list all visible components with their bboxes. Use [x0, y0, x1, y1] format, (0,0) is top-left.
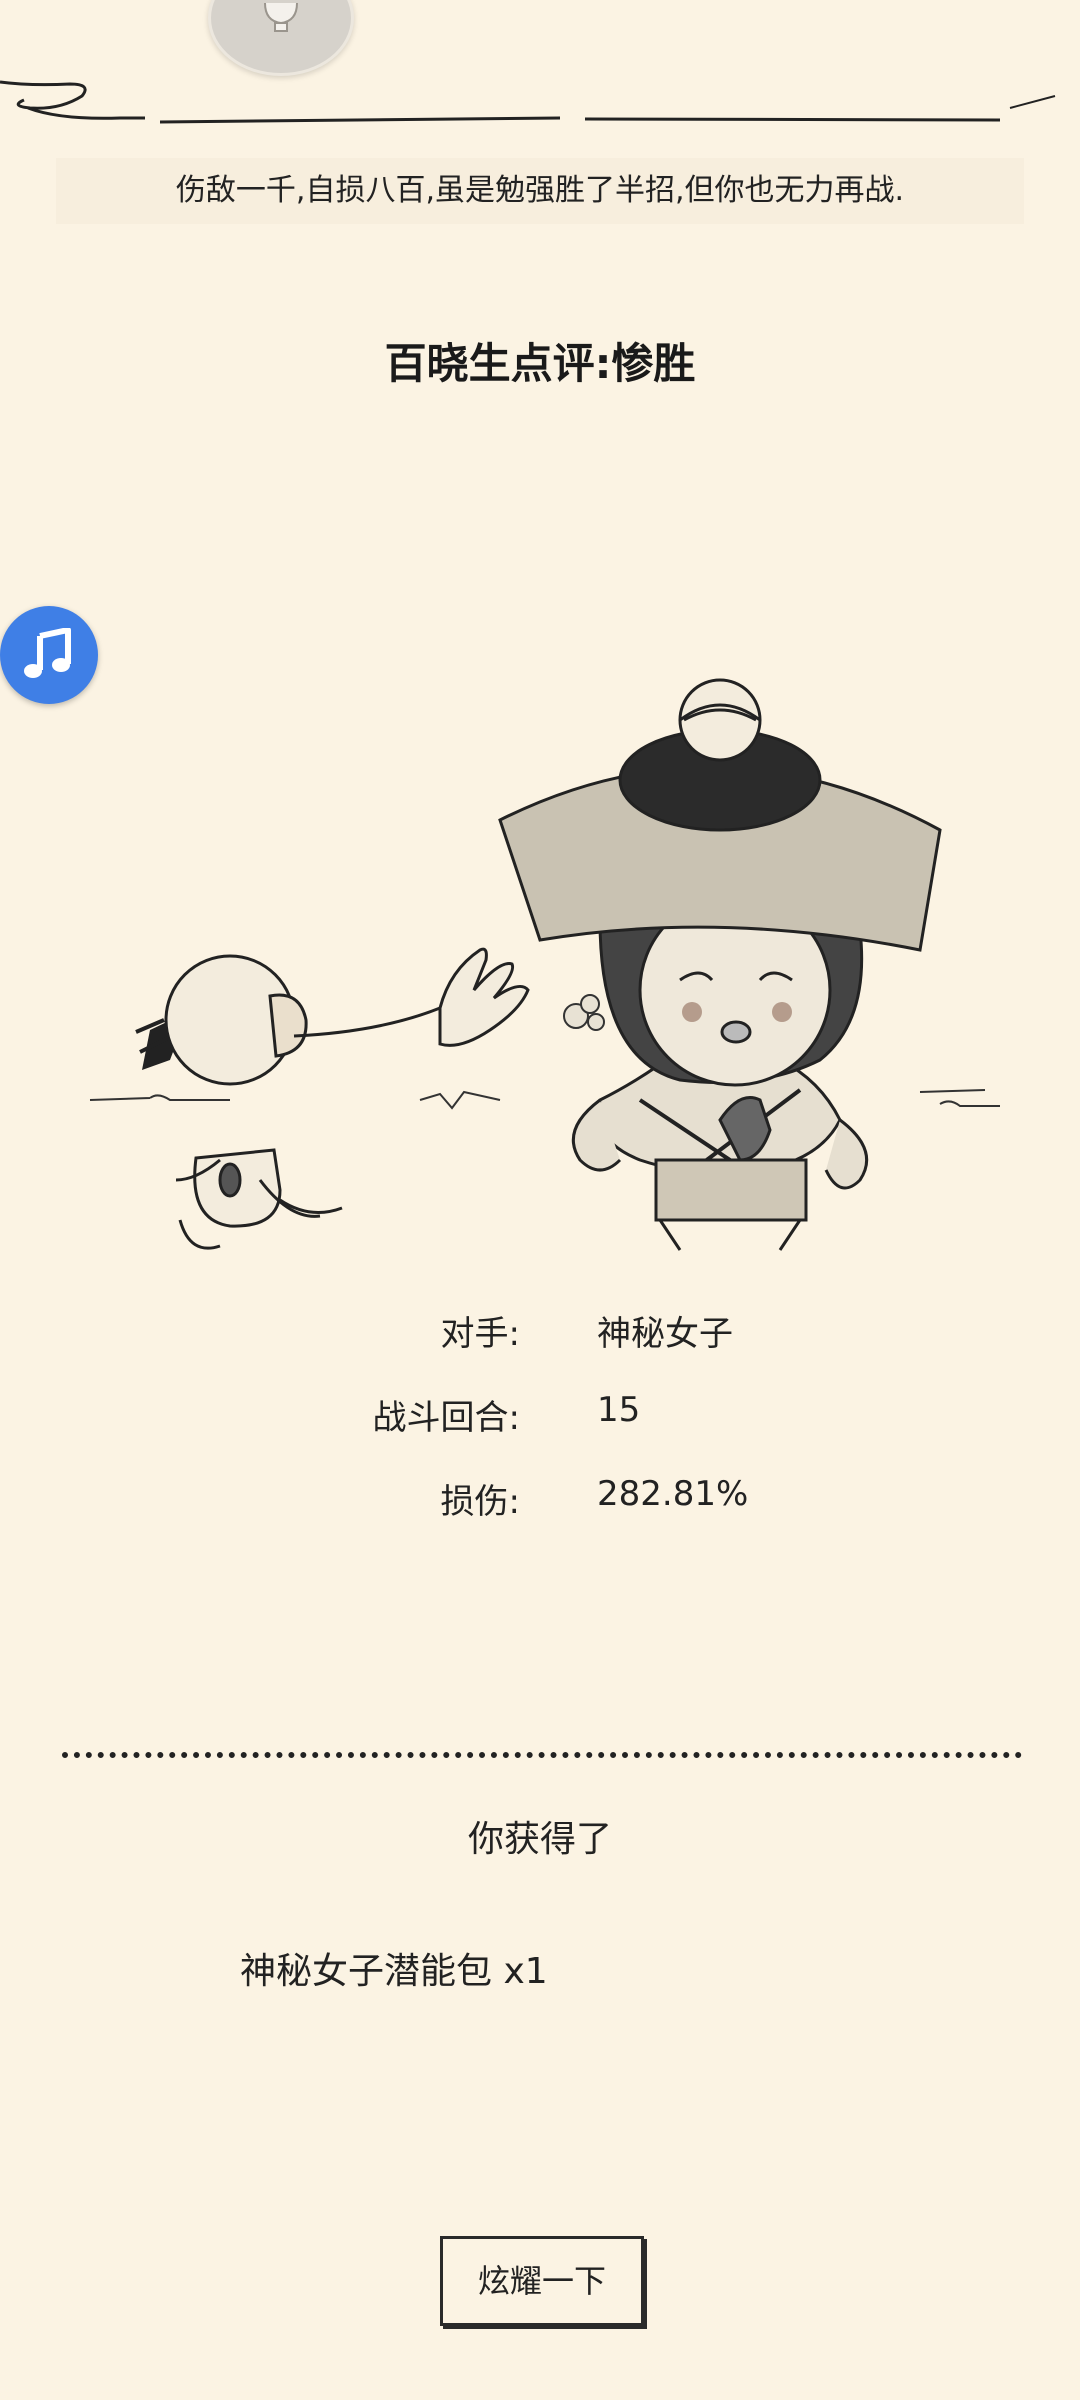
reward-item: 神秘女子潜能包 x1 [240, 1951, 548, 1992]
rounds-label: 战斗回合: [372, 1398, 520, 1438]
share-button[interactable]: 炫耀一下 [440, 2236, 644, 2326]
music-note-icon [24, 628, 71, 678]
chibi-fighter [135, 947, 530, 1250]
damage-label: 损伤: [440, 1482, 520, 1522]
verdict-title: 百晓生点评:惨胜 [384, 339, 696, 388]
opponent-value: 神秘女子 [597, 1314, 733, 1354]
battle-illustration [89, 678, 1000, 1251]
damage-value: 282.81% [597, 1474, 749, 1514]
dotted-divider [62, 1752, 1022, 1758]
reward-title: 你获得了 [467, 1819, 612, 1860]
battle-result-message: 伤敌一千,自损八百,虽是勉强胜了半招,但你也无力再战. [56, 158, 1024, 224]
opponent-label: 对手: [440, 1314, 520, 1354]
bell-icon [264, 3, 298, 32]
mysterious-woman [498, 678, 942, 1251]
rounds-value: 15 [597, 1390, 641, 1430]
top-ink-ornament [0, 80, 1056, 124]
